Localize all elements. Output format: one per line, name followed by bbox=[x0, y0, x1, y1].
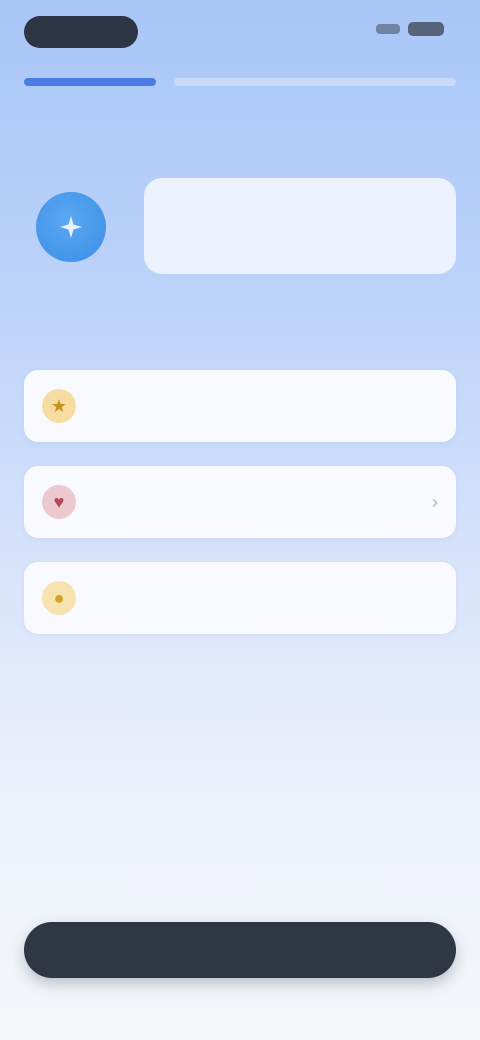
status-icons bbox=[376, 22, 444, 36]
tab-bar bbox=[24, 66, 456, 88]
star-icon: ★ bbox=[42, 389, 76, 423]
tab-secondary[interactable] bbox=[174, 78, 456, 86]
assistant-avatar-icon bbox=[36, 192, 106, 262]
battery-icon bbox=[408, 22, 444, 36]
signal-icon bbox=[376, 24, 400, 34]
sparkle-icon bbox=[60, 216, 82, 238]
option-item-3[interactable]: ● bbox=[24, 562, 456, 634]
primary-action-button[interactable] bbox=[24, 922, 456, 978]
status-time-pill bbox=[24, 16, 138, 48]
tab-primary[interactable] bbox=[24, 66, 156, 88]
bulb-icon: ● bbox=[42, 581, 76, 615]
assistant-greeting bbox=[36, 178, 456, 274]
status-bar bbox=[0, 0, 480, 60]
heart-icon: ♥ bbox=[42, 485, 76, 519]
option-list: ★ ♥ › ● bbox=[24, 370, 456, 658]
option-item-2[interactable]: ♥ › bbox=[24, 466, 456, 538]
greeting-bubble bbox=[144, 178, 456, 274]
chevron-right-icon: › bbox=[432, 491, 438, 512]
option-item-1[interactable]: ★ bbox=[24, 370, 456, 442]
